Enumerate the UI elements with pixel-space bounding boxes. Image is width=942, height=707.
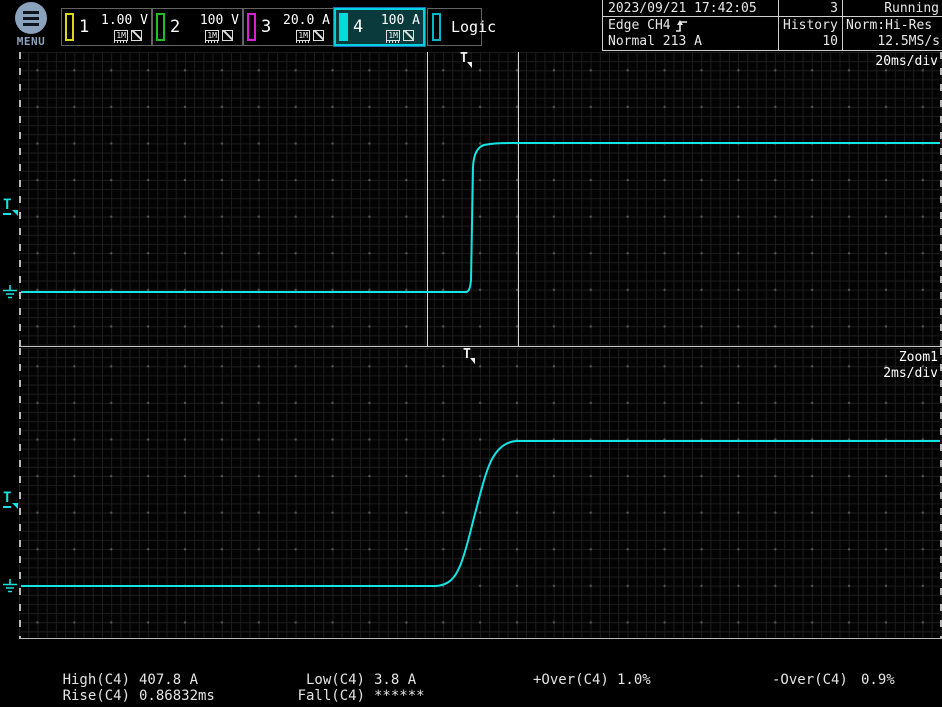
impedance-icon: 1M (114, 30, 128, 41)
trigger-type: Edge CH4 (608, 18, 671, 33)
logic-button[interactable]: Logic (427, 8, 482, 46)
channel-4-color-icon (339, 13, 348, 41)
trigger-settings[interactable]: Edge CH4 (608, 18, 688, 33)
menu-button[interactable]: MENU (8, 2, 54, 50)
measure-fall-value: ****** (374, 688, 425, 704)
probe-icon (131, 30, 142, 41)
measure-high-label: High(C4) (58, 672, 130, 688)
probe-icon (222, 30, 233, 41)
trigger-mode: Normal 213 A (608, 34, 702, 49)
impedance-icon: 1M (296, 30, 310, 41)
impedance-icon: 1M (386, 30, 400, 41)
channel-1-color-icon (65, 13, 74, 41)
record-mode[interactable]: Norm:Hi-Res (846, 18, 932, 33)
measurement-readout: High(C4) 407.8 A Rise(C4) 0.86832ms Low(… (0, 668, 942, 707)
channel-4-scale: 100 A (381, 14, 420, 28)
ground-level-icon-zoom[interactable] (2, 579, 18, 593)
measure-pover-label: +Over(C4) (533, 672, 609, 688)
channel-2-button[interactable]: 2 100 V 1M (152, 8, 243, 46)
acquisition-count: 3 (779, 1, 838, 16)
logic-color-icon (432, 13, 441, 41)
main-timebase-label: 20ms/div (875, 54, 938, 70)
probe-icon (313, 30, 324, 41)
measure-high-value: 407.8 A (139, 672, 198, 688)
probe-icon (403, 30, 414, 41)
impedance-icon: 1M (205, 30, 219, 41)
channel-3-color-icon (247, 13, 256, 41)
measure-pover-value: 1.0% (617, 672, 651, 688)
channel-4-button-active[interactable]: 4 100 A 1M (334, 8, 425, 46)
ch4-trace-zoom (19, 348, 942, 639)
status-block: 2023/09/21 17:42:05 3 Running Edge CH4 N… (602, 0, 942, 51)
history-label[interactable]: History (783, 18, 838, 33)
channel-3-scale: 20.0 A (283, 14, 330, 28)
hamburger-icon (15, 2, 47, 34)
history-value: 10 (779, 34, 838, 49)
measure-low-value: 3.8 A (374, 672, 416, 688)
measure-rise-value: 0.86832ms (139, 688, 215, 704)
channel-1-button[interactable]: 1 1.00 V 1M (61, 8, 152, 46)
channel-4-number: 4 (353, 17, 363, 37)
trigger-level-marker-zoom[interactable]: T (3, 492, 11, 505)
measure-nover-value: 0.9% (861, 672, 895, 688)
measure-rise-label: Rise(C4) (58, 688, 130, 704)
channel-2-number: 2 (170, 17, 180, 37)
channel-1-number: 1 (79, 17, 89, 37)
rising-edge-icon (675, 19, 688, 33)
ground-level-icon-main[interactable] (2, 285, 18, 299)
zoom-title-label: Zoom1 (899, 350, 938, 366)
measure-low-label: Low(C4) (293, 672, 365, 688)
channel-3-number: 3 (261, 17, 271, 37)
run-state[interactable]: Running (843, 1, 939, 16)
ch4-trace-main (19, 52, 942, 346)
channel-2-scale: 100 V (200, 14, 239, 28)
measure-nover-label: -Over(C4) (772, 672, 848, 688)
zoom-timebase-label: 2ms/div (883, 366, 938, 382)
top-bar: MENU 1 1.00 V 1M 2 100 V 1M 3 20.0 A (0, 0, 942, 52)
main-waveform-area: T 20ms/div (19, 52, 942, 346)
menu-label: MENU (8, 35, 54, 48)
measure-fall-label: Fall(C4) (293, 688, 365, 704)
zoom-waveform-area: T Zoom1 2ms/div (19, 348, 942, 639)
channel-1-scale: 1.00 V (101, 14, 148, 28)
sample-rate: 12.5MS/s (843, 34, 940, 49)
trigger-level-marker-main[interactable]: T (3, 199, 11, 212)
logic-label: Logic (451, 18, 496, 36)
channel-3-button[interactable]: 3 20.0 A 1M (243, 8, 334, 46)
pane-divider (19, 346, 942, 347)
datetime: 2023/09/21 17:42:05 (608, 1, 757, 16)
channel-2-color-icon (156, 13, 165, 41)
